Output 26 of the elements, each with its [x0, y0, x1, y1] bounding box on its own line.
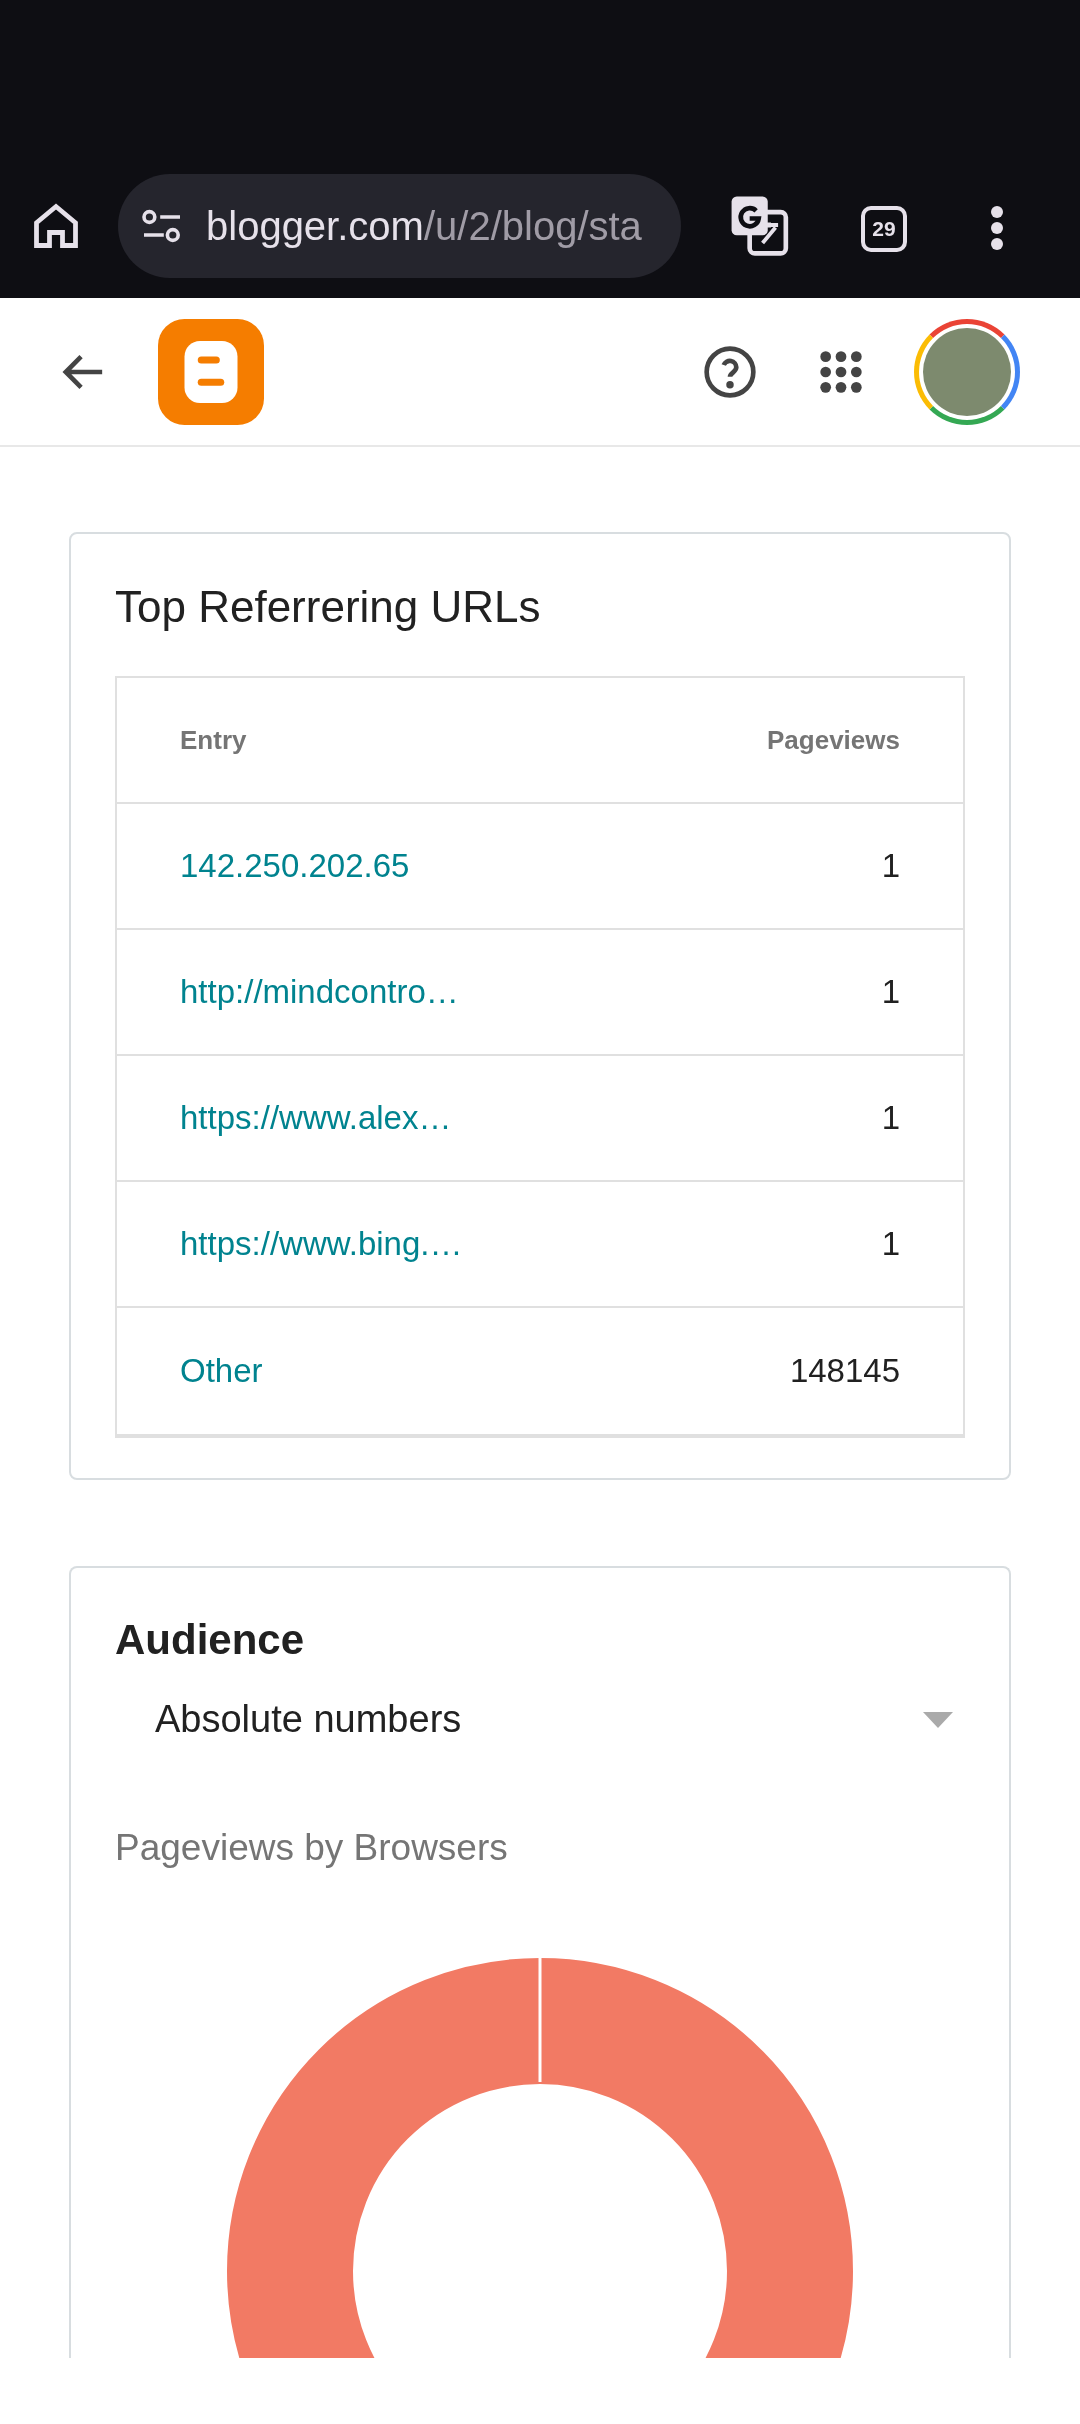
referrer-link[interactable]: http://mindcontro… — [180, 967, 459, 1017]
card-title: Top Referrering URLs — [115, 581, 542, 633]
pageviews-cell-text: 148145 — [789, 1351, 900, 1392]
card-title: Audience — [115, 1615, 306, 1665]
url-text: blogger.com/u/2/blog/sta — [206, 204, 642, 248]
help-icon[interactable] — [702, 343, 758, 400]
pageviews-cell-text: 1 — [881, 1098, 900, 1139]
address-bar[interactable]: blogger.com/u/2/blog/sta — [118, 174, 681, 278]
mode-dropdown[interactable]: Absolute numbers — [115, 1691, 965, 1748]
logo-icon[interactable] — [158, 318, 264, 425]
dropdown-caret-icon — [923, 1711, 953, 1728]
column-header: Entry — [180, 723, 247, 757]
referrer-link[interactable]: https://www.alex… — [180, 1093, 452, 1143]
apps-grid-icon[interactable] — [818, 348, 864, 395]
pageviews-cell-text: 1 — [881, 846, 900, 887]
more-icon[interactable] — [989, 204, 1005, 252]
referrer-link[interactable]: https://www.bing.… — [180, 1219, 463, 1269]
pageviews-cell-text: 1 — [881, 1224, 900, 1265]
pageviews-cell-text: 1 — [881, 972, 900, 1013]
translate-icon[interactable] — [729, 194, 791, 256]
referrer-link[interactable]: 142.250.202.65 — [180, 841, 410, 891]
avatar[interactable] — [914, 318, 1020, 425]
tabs-button[interactable]: 29 — [861, 206, 907, 252]
referrer-link[interactable]: Other — [180, 1346, 263, 1396]
chart-title: Pageviews by Browsers — [115, 1826, 509, 1870]
column-header: Pageviews — [767, 723, 900, 757]
